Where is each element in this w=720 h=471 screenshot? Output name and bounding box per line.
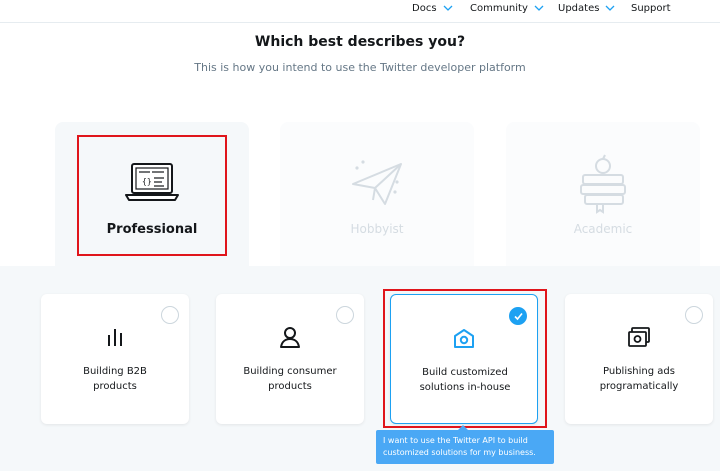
radio-button[interactable] xyxy=(336,306,354,324)
nav-divider xyxy=(0,22,720,23)
top-nav: Docs Community Updates Support xyxy=(0,0,720,22)
persona-academic[interactable]: Academic xyxy=(506,122,700,270)
nav-updates[interactable]: Updates xyxy=(558,3,615,14)
nav-docs-label: Docs xyxy=(412,3,437,14)
card-label: Publishing ads programatically xyxy=(599,366,679,392)
use-case-in-house[interactable]: Build customized solutions in-house xyxy=(390,294,538,424)
persona-hobbyist[interactable]: Hobbyist xyxy=(280,122,474,270)
nav-updates-label: Updates xyxy=(558,3,600,14)
persona-label: Hobbyist xyxy=(350,222,404,236)
laptop-code-icon: {} xyxy=(125,163,179,201)
card-label: Build customized solutions in-house xyxy=(419,367,511,393)
page-title: Which best describes you? xyxy=(254,34,466,50)
radio-button-checked[interactable] xyxy=(509,307,527,325)
card-label: Building B2B products xyxy=(83,366,147,392)
page-subtitle: This is how you intend to use the Twitte… xyxy=(194,61,526,74)
chevron-down-icon xyxy=(534,5,544,11)
nav-docs[interactable]: Docs xyxy=(412,3,453,14)
money-icon xyxy=(628,327,650,347)
tooltip: I want to use the Twitter API to build c… xyxy=(376,425,554,464)
svg-text:{}: {} xyxy=(142,177,152,186)
persona-label: Professional xyxy=(106,222,198,237)
user-icon xyxy=(280,327,300,348)
card-label: Building consumer products xyxy=(243,366,337,392)
chevron-down-icon xyxy=(605,5,615,11)
nav-community-label: Community xyxy=(470,3,528,14)
chevron-down-icon xyxy=(443,5,452,11)
bar-chart-icon xyxy=(108,329,122,346)
radio-button[interactable] xyxy=(161,306,179,324)
use-case-ads[interactable]: Publishing ads programatically xyxy=(565,294,713,424)
persona-professional[interactable]: {} Professional xyxy=(55,122,249,270)
use-case-b2b[interactable]: Building B2B products xyxy=(41,294,189,424)
nav-support[interactable]: Support xyxy=(631,3,671,14)
radio-button[interactable] xyxy=(685,306,703,324)
paper-plane-icon xyxy=(352,160,402,205)
books-apple-icon xyxy=(580,154,626,214)
house-icon xyxy=(454,329,474,348)
nav-support-label: Support xyxy=(631,3,671,14)
checkmark-icon xyxy=(514,312,523,321)
use-case-consumer[interactable]: Building consumer products xyxy=(216,294,364,424)
persona-label: Academic xyxy=(573,222,633,236)
nav-community[interactable]: Community xyxy=(470,3,544,14)
